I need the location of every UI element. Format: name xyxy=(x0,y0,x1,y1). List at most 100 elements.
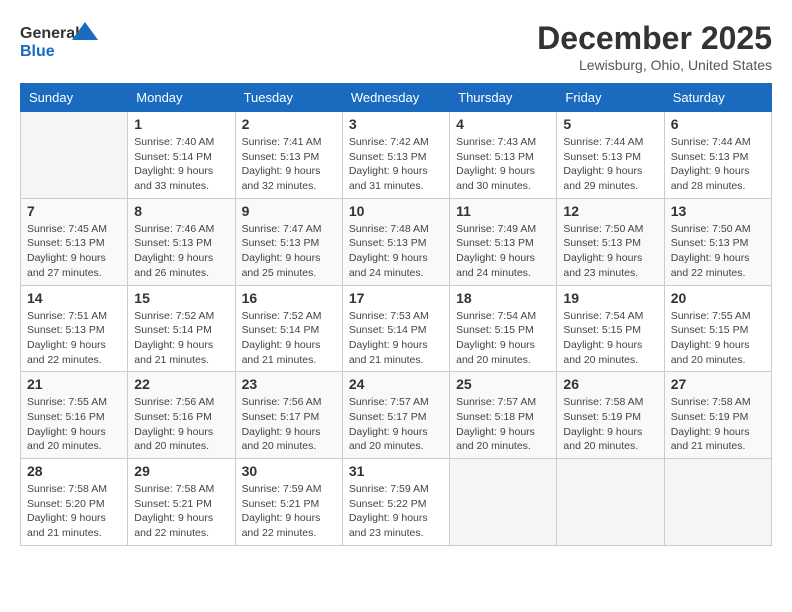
day-number: 23 xyxy=(242,376,336,392)
day-number: 14 xyxy=(27,290,121,306)
day-info: Sunrise: 7:55 AMSunset: 5:15 PMDaylight:… xyxy=(671,309,765,368)
day-number: 21 xyxy=(27,376,121,392)
calendar-cell: 18 Sunrise: 7:54 AMSunset: 5:15 PMDayligh… xyxy=(450,285,557,372)
calendar-cell: 4 Sunrise: 7:43 AMSunset: 5:13 PMDaylight… xyxy=(450,112,557,199)
day-info: Sunrise: 7:44 AMSunset: 5:13 PMDaylight:… xyxy=(563,135,657,194)
day-number: 3 xyxy=(349,116,443,132)
day-number: 30 xyxy=(242,463,336,479)
day-number: 20 xyxy=(671,290,765,306)
day-info: Sunrise: 7:42 AMSunset: 5:13 PMDaylight:… xyxy=(349,135,443,194)
day-number: 4 xyxy=(456,116,550,132)
page-header: GeneralBlue December 2025 Lewisburg, Ohi… xyxy=(20,20,772,73)
calendar-cell: 6 Sunrise: 7:44 AMSunset: 5:13 PMDaylight… xyxy=(664,112,771,199)
calendar-cell: 24 Sunrise: 7:57 AMSunset: 5:17 PMDayligh… xyxy=(342,372,449,459)
day-number: 24 xyxy=(349,376,443,392)
day-number: 7 xyxy=(27,203,121,219)
day-info: Sunrise: 7:43 AMSunset: 5:13 PMDaylight:… xyxy=(456,135,550,194)
day-number: 1 xyxy=(134,116,228,132)
weekday-header-saturday: Saturday xyxy=(664,84,771,112)
day-number: 2 xyxy=(242,116,336,132)
svg-text:General: General xyxy=(20,25,80,42)
calendar-cell: 20 Sunrise: 7:55 AMSunset: 5:15 PMDayligh… xyxy=(664,285,771,372)
calendar-cell: 14 Sunrise: 7:51 AMSunset: 5:13 PMDayligh… xyxy=(21,285,128,372)
logo-icon: GeneralBlue xyxy=(20,20,100,60)
day-info: Sunrise: 7:54 AMSunset: 5:15 PMDaylight:… xyxy=(563,309,657,368)
week-row-1: 1 Sunrise: 7:40 AMSunset: 5:14 PMDaylight… xyxy=(21,112,772,199)
day-number: 18 xyxy=(456,290,550,306)
weekday-header-sunday: Sunday xyxy=(21,84,128,112)
calendar-cell xyxy=(450,459,557,546)
day-info: Sunrise: 7:56 AMSunset: 5:16 PMDaylight:… xyxy=(134,395,228,454)
calendar-cell: 30 Sunrise: 7:59 AMSunset: 5:21 PMDayligh… xyxy=(235,459,342,546)
week-row-3: 14 Sunrise: 7:51 AMSunset: 5:13 PMDayligh… xyxy=(21,285,772,372)
calendar-cell xyxy=(664,459,771,546)
day-info: Sunrise: 7:40 AMSunset: 5:14 PMDaylight:… xyxy=(134,135,228,194)
calendar-cell: 31 Sunrise: 7:59 AMSunset: 5:22 PMDayligh… xyxy=(342,459,449,546)
calendar-cell: 12Sunrise: 7:50 AMSunset: 5:13 PMDayligh… xyxy=(557,198,664,285)
day-info: Sunrise: 7:58 AMSunset: 5:20 PMDaylight:… xyxy=(27,482,121,541)
day-number: 15 xyxy=(134,290,228,306)
location: Lewisburg, Ohio, United States xyxy=(537,57,772,73)
day-info: Sunrise: 7:50 AMSunset: 5:13 PMDaylight:… xyxy=(671,222,765,281)
day-info: Sunrise: 7:51 AMSunset: 5:13 PMDaylight:… xyxy=(27,309,121,368)
calendar-cell: 28 Sunrise: 7:58 AMSunset: 5:20 PMDayligh… xyxy=(21,459,128,546)
title-block: December 2025 Lewisburg, Ohio, United St… xyxy=(537,20,772,73)
calendar-cell: 19 Sunrise: 7:54 AMSunset: 5:15 PMDayligh… xyxy=(557,285,664,372)
calendar-cell xyxy=(21,112,128,199)
calendar-cell: 7Sunrise: 7:45 AMSunset: 5:13 PMDaylight… xyxy=(21,198,128,285)
day-info: Sunrise: 7:57 AMSunset: 5:17 PMDaylight:… xyxy=(349,395,443,454)
day-info: Sunrise: 7:46 AMSunset: 5:13 PMDaylight:… xyxy=(134,222,228,281)
day-info: Sunrise: 7:56 AMSunset: 5:17 PMDaylight:… xyxy=(242,395,336,454)
day-info: Sunrise: 7:55 AMSunset: 5:16 PMDaylight:… xyxy=(27,395,121,454)
day-number: 6 xyxy=(671,116,765,132)
calendar-cell: 29 Sunrise: 7:58 AMSunset: 5:21 PMDayligh… xyxy=(128,459,235,546)
calendar-cell: 8 Sunrise: 7:46 AMSunset: 5:13 PMDaylight… xyxy=(128,198,235,285)
calendar-cell: 27Sunrise: 7:58 AMSunset: 5:19 PMDayligh… xyxy=(664,372,771,459)
calendar-cell: 26 Sunrise: 7:58 AMSunset: 5:19 PMDayligh… xyxy=(557,372,664,459)
calendar-cell: 2 Sunrise: 7:41 AMSunset: 5:13 PMDaylight… xyxy=(235,112,342,199)
day-number: 8 xyxy=(134,203,228,219)
day-number: 12 xyxy=(563,203,657,219)
month-title: December 2025 xyxy=(537,20,772,57)
day-info: Sunrise: 7:58 AMSunset: 5:21 PMDaylight:… xyxy=(134,482,228,541)
weekday-header-tuesday: Tuesday xyxy=(235,84,342,112)
day-number: 5 xyxy=(563,116,657,132)
day-number: 17 xyxy=(349,290,443,306)
day-number: 26 xyxy=(563,376,657,392)
calendar-cell: 16Sunrise: 7:52 AMSunset: 5:14 PMDayligh… xyxy=(235,285,342,372)
calendar-cell: 9Sunrise: 7:47 AMSunset: 5:13 PMDaylight… xyxy=(235,198,342,285)
calendar-cell: 17 Sunrise: 7:53 AMSunset: 5:14 PMDayligh… xyxy=(342,285,449,372)
day-number: 16 xyxy=(242,290,336,306)
day-info: Sunrise: 7:52 AMSunset: 5:14 PMDaylight:… xyxy=(134,309,228,368)
weekday-header-monday: Monday xyxy=(128,84,235,112)
calendar-cell: 21 Sunrise: 7:55 AMSunset: 5:16 PMDayligh… xyxy=(21,372,128,459)
day-info: Sunrise: 7:44 AMSunset: 5:13 PMDaylight:… xyxy=(671,135,765,194)
day-info: Sunrise: 7:59 AMSunset: 5:22 PMDaylight:… xyxy=(349,482,443,541)
day-number: 29 xyxy=(134,463,228,479)
day-number: 13 xyxy=(671,203,765,219)
calendar-table: SundayMondayTuesdayWednesdayThursdayFrid… xyxy=(20,83,772,546)
day-number: 9 xyxy=(242,203,336,219)
calendar-cell: 10Sunrise: 7:48 AMSunset: 5:13 PMDayligh… xyxy=(342,198,449,285)
day-info: Sunrise: 7:49 AMSunset: 5:13 PMDaylight:… xyxy=(456,222,550,281)
weekday-header-wednesday: Wednesday xyxy=(342,84,449,112)
day-number: 28 xyxy=(27,463,121,479)
weekday-header-row: SundayMondayTuesdayWednesdayThursdayFrid… xyxy=(21,84,772,112)
day-info: Sunrise: 7:58 AMSunset: 5:19 PMDaylight:… xyxy=(563,395,657,454)
day-info: Sunrise: 7:59 AMSunset: 5:21 PMDaylight:… xyxy=(242,482,336,541)
calendar-cell: 5 Sunrise: 7:44 AMSunset: 5:13 PMDaylight… xyxy=(557,112,664,199)
day-number: 11 xyxy=(456,203,550,219)
calendar-cell: 3 Sunrise: 7:42 AMSunset: 5:13 PMDaylight… xyxy=(342,112,449,199)
day-info: Sunrise: 7:41 AMSunset: 5:13 PMDaylight:… xyxy=(242,135,336,194)
day-number: 10 xyxy=(349,203,443,219)
day-number: 31 xyxy=(349,463,443,479)
day-number: 19 xyxy=(563,290,657,306)
week-row-4: 21 Sunrise: 7:55 AMSunset: 5:16 PMDayligh… xyxy=(21,372,772,459)
week-row-2: 7Sunrise: 7:45 AMSunset: 5:13 PMDaylight… xyxy=(21,198,772,285)
day-info: Sunrise: 7:53 AMSunset: 5:14 PMDaylight:… xyxy=(349,309,443,368)
calendar-cell: 22Sunrise: 7:56 AMSunset: 5:16 PMDayligh… xyxy=(128,372,235,459)
weekday-header-thursday: Thursday xyxy=(450,84,557,112)
weekday-header-friday: Friday xyxy=(557,84,664,112)
day-info: Sunrise: 7:54 AMSunset: 5:15 PMDaylight:… xyxy=(456,309,550,368)
day-number: 27 xyxy=(671,376,765,392)
